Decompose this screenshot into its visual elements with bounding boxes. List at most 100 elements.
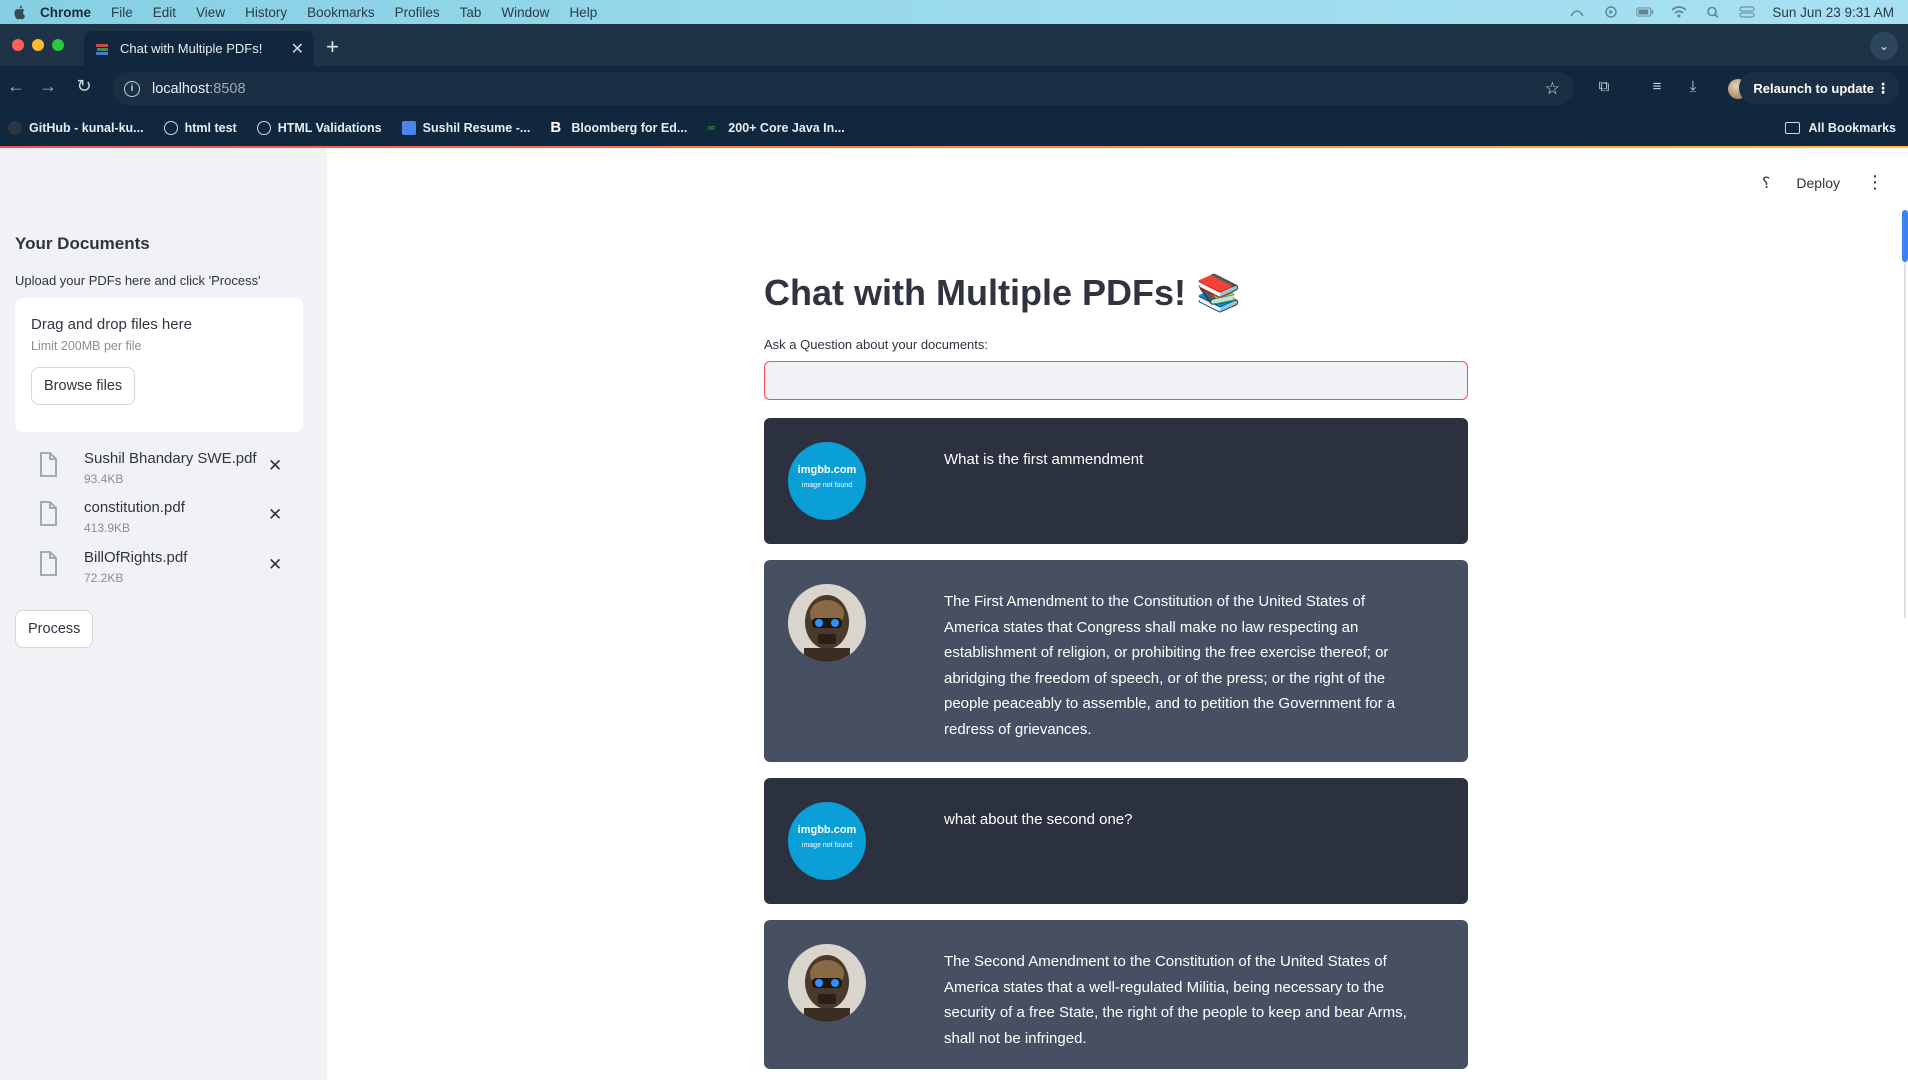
zoom-window-button[interactable] — [52, 39, 64, 51]
menu-clock[interactable]: Sun Jun 23 9:31 AM — [1772, 5, 1894, 20]
file-name: constitution.pdf — [84, 499, 185, 516]
bookmark-html-validations[interactable]: HTML Validations — [256, 121, 382, 135]
avatar-text: image not found — [801, 482, 853, 489]
remove-file-icon[interactable]: ✕ — [268, 456, 282, 476]
avatar-text: imgbb.com — [797, 464, 857, 476]
wifi-icon[interactable] — [1670, 6, 1688, 18]
extensions-icon[interactable]: ⧉ — [1594, 78, 1614, 98]
reading-list-icon[interactable]: ≡ — [1647, 78, 1667, 98]
message-text: what about the second one? — [944, 811, 1133, 828]
uploader-help-text: Upload your PDFs here and click 'Process… — [15, 273, 261, 288]
back-icon[interactable]: ← — [4, 76, 28, 100]
chat-message-bot: The Second Amendment to the Constitution… — [764, 920, 1468, 1069]
remove-file-icon[interactable]: ✕ — [268, 555, 282, 575]
play-icon[interactable] — [1602, 6, 1620, 18]
all-bookmarks[interactable]: All Bookmarks — [1785, 110, 1896, 146]
bookmark-label: Sushil Resume -... — [422, 121, 531, 135]
file-icon — [40, 501, 57, 526]
menu-window[interactable]: Window — [501, 5, 549, 20]
bookmarks-bar: GitHub - kunal-ku... html test HTML Vali… — [0, 110, 1908, 146]
gfg-icon: ∞ — [707, 122, 716, 134]
minimize-window-button[interactable] — [32, 39, 44, 51]
close-window-button[interactable] — [12, 39, 24, 51]
bookmark-star-icon[interactable]: ☆ — [1545, 79, 1560, 99]
relaunch-label: Relaunch to update — [1753, 80, 1874, 96]
relaunch-button[interactable]: Relaunch to update ⋮ — [1739, 72, 1900, 104]
user-avatar: imgbb.com image not found — [788, 442, 866, 520]
apple-icon[interactable] — [12, 4, 28, 20]
file-icon — [40, 452, 57, 477]
file-name: BillOfRights.pdf — [84, 549, 188, 566]
airdrop-icon[interactable] — [1568, 6, 1586, 18]
browse-files-button[interactable]: Browse files — [31, 367, 136, 405]
deploy-button[interactable]: Deploy — [1796, 175, 1840, 191]
file-name: Sushil Bhandary SWE.pdf — [84, 450, 257, 467]
process-button[interactable]: Process — [15, 610, 94, 648]
downloads-icon[interactable]: ⤓ — [1683, 78, 1703, 98]
all-bookmarks-label: All Bookmarks — [1808, 121, 1896, 135]
bookmark-bloomberg[interactable]: B Bloomberg for Ed... — [550, 120, 688, 135]
message-text: The Second Amendment to the Constitution… — [944, 953, 1407, 1047]
forward-icon[interactable]: → — [36, 76, 60, 100]
sidebar-title: Your Documents — [15, 234, 150, 253]
spotlight-search-icon[interactable] — [1704, 6, 1722, 18]
avatar-text: image not found — [801, 842, 853, 849]
url-port: :8508 — [209, 80, 246, 97]
bookmark-label: HTML Validations — [277, 121, 382, 135]
google-docs-icon — [401, 121, 416, 135]
remove-file-icon[interactable]: ✕ — [268, 505, 282, 525]
bookmark-label: Bloomberg for Ed... — [571, 121, 688, 135]
menu-view[interactable]: View — [196, 5, 225, 20]
uploaded-file-item: Sushil Bhandary SWE.pdf 93.4KB ✕ — [38, 450, 298, 494]
tab-search-icon[interactable]: ⌄ — [1870, 32, 1898, 60]
file-dropzone[interactable]: Drag and drop files here Limit 200MB per… — [15, 298, 303, 432]
tab-active[interactable]: Chat with Multiple PDFs! ✕ — [84, 31, 314, 66]
new-tab-icon[interactable]: + — [326, 34, 339, 60]
menu-edit[interactable]: Edit — [153, 5, 176, 20]
close-tab-icon[interactable]: ✕ — [291, 39, 304, 59]
file-icon — [40, 551, 57, 576]
menu-profiles[interactable]: Profiles — [395, 5, 440, 20]
globe-icon — [163, 121, 178, 135]
folder-icon — [1785, 122, 1801, 134]
robot-avatar-icon — [788, 584, 866, 662]
tab-title: Chat with Multiple PDFs! — [120, 41, 263, 56]
scrollbar-track[interactable] — [1904, 218, 1906, 618]
books-favicon-icon — [96, 43, 108, 55]
question-label: Ask a Question about your documents: — [764, 337, 989, 352]
menu-bookmarks[interactable]: Bookmarks — [307, 5, 375, 20]
bookmark-github[interactable]: GitHub - kunal-ku... — [8, 121, 144, 135]
menu-file[interactable]: File — [111, 5, 133, 20]
window-controls — [12, 39, 64, 51]
control-center-icon[interactable] — [1738, 6, 1756, 18]
menu-app-name[interactable]: Chrome — [40, 5, 91, 20]
file-size: 413.9KB — [84, 521, 131, 535]
bookmark-sushil-resume[interactable]: Sushil Resume -... — [401, 121, 531, 135]
menu-tab[interactable]: Tab — [460, 5, 482, 20]
scrollbar-thumb[interactable] — [1902, 210, 1908, 262]
robot-avatar-icon — [788, 944, 866, 1022]
browser-tab-strip: Chat with Multiple PDFs! ✕ + ⌄ — [0, 24, 1908, 66]
bot-avatar — [788, 584, 866, 662]
sidebar: Your Documents Upload your PDFs here and… — [0, 148, 327, 1080]
menu-history[interactable]: History — [245, 5, 287, 20]
battery-icon[interactable] — [1636, 6, 1654, 18]
bookmark-label: 200+ Core Java In... — [728, 121, 845, 135]
bookmark-core-java[interactable]: ∞ 200+ Core Java In... — [707, 121, 844, 135]
avatar-text: imgbb.com — [797, 824, 857, 836]
main-menu-icon[interactable]: ⋮ — [1866, 172, 1884, 193]
address-bar[interactable]: i localhost:8508 ☆ — [112, 72, 1574, 105]
site-info-icon[interactable]: i — [124, 80, 140, 97]
chat-message-bot: The First Amendment to the Constitution … — [764, 560, 1468, 762]
message-text: The First Amendment to the Constitution … — [944, 593, 1396, 738]
reload-icon[interactable]: ↻ — [72, 76, 96, 100]
question-input[interactable] — [764, 361, 1468, 400]
browser-toolbar: ← → ↻ i localhost:8508 ☆ ⧉ ≡ ⤓ Relaunch … — [0, 66, 1908, 110]
url-host: localhost — [152, 80, 210, 97]
more-menu-icon[interactable]: ⋮ — [1876, 80, 1890, 97]
menu-help[interactable]: Help — [569, 5, 597, 20]
uploaded-file-item: BillOfRights.pdf 72.2KB ✕ — [38, 549, 298, 593]
chat-message-user: imgbb.com image not found what about the… — [764, 778, 1468, 904]
github-icon — [8, 121, 22, 135]
bookmark-html-test[interactable]: html test — [163, 121, 237, 135]
